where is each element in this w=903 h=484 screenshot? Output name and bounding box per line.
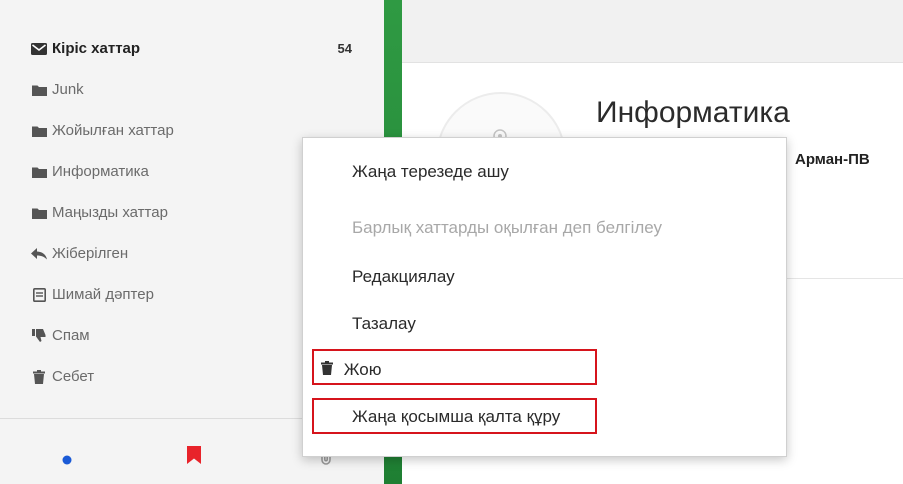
folder-icon [30, 166, 48, 178]
flag-icon[interactable] [187, 446, 201, 469]
main-toolbar [402, 0, 903, 63]
folder-inbox[interactable]: Кіріс хаттар 54 [30, 28, 370, 69]
highlight-delete [312, 349, 597, 385]
menu-item-label: Жаңа терезеде ашу [352, 162, 509, 181]
folder-junk[interactable]: Junk [30, 69, 370, 110]
trash-icon [30, 369, 48, 384]
thumbs-down-icon [30, 329, 48, 342]
folder-icon [30, 84, 48, 96]
reply-icon [30, 247, 48, 260]
menu-item-mark-all-read: Барлық хаттарды оқылған деп белгілеу [352, 218, 662, 238]
menu-item-label: Редакциялау [352, 267, 455, 286]
folder-icon [30, 125, 48, 137]
envelope-icon [30, 42, 48, 55]
unread-dot-icon[interactable] [62, 452, 72, 470]
draft-icon [30, 287, 48, 302]
folder-icon [30, 207, 48, 219]
folder-label: Кіріс хаттар [52, 40, 141, 57]
page-title: Информатика [596, 96, 790, 129]
menu-item-edit[interactable]: Редакциялау [352, 267, 455, 287]
folder-label: Шимай дәптер [52, 286, 154, 303]
folder-label: Маңызды хаттар [52, 204, 168, 221]
folder-label: Junk [52, 81, 84, 98]
menu-item-open-new-window[interactable]: Жаңа терезеде ашу [352, 162, 509, 182]
folder-label: Спам [52, 327, 90, 344]
folder-label: Информатика [52, 163, 149, 180]
folder-subtitle: Арман-ПВ [795, 151, 870, 168]
folder-label: Себет [52, 368, 95, 385]
menu-item-label: Тазалау [352, 314, 416, 333]
folder-label: Жіберілген [52, 245, 129, 262]
folder-label: Жойылған хаттар [52, 122, 174, 139]
menu-item-empty[interactable]: Тазалау [352, 314, 416, 334]
highlight-create-subfolder [312, 398, 597, 434]
unread-count-badge: 54 [337, 41, 352, 56]
menu-item-label: Барлық хаттарды оқылған деп белгілеу [352, 218, 663, 237]
